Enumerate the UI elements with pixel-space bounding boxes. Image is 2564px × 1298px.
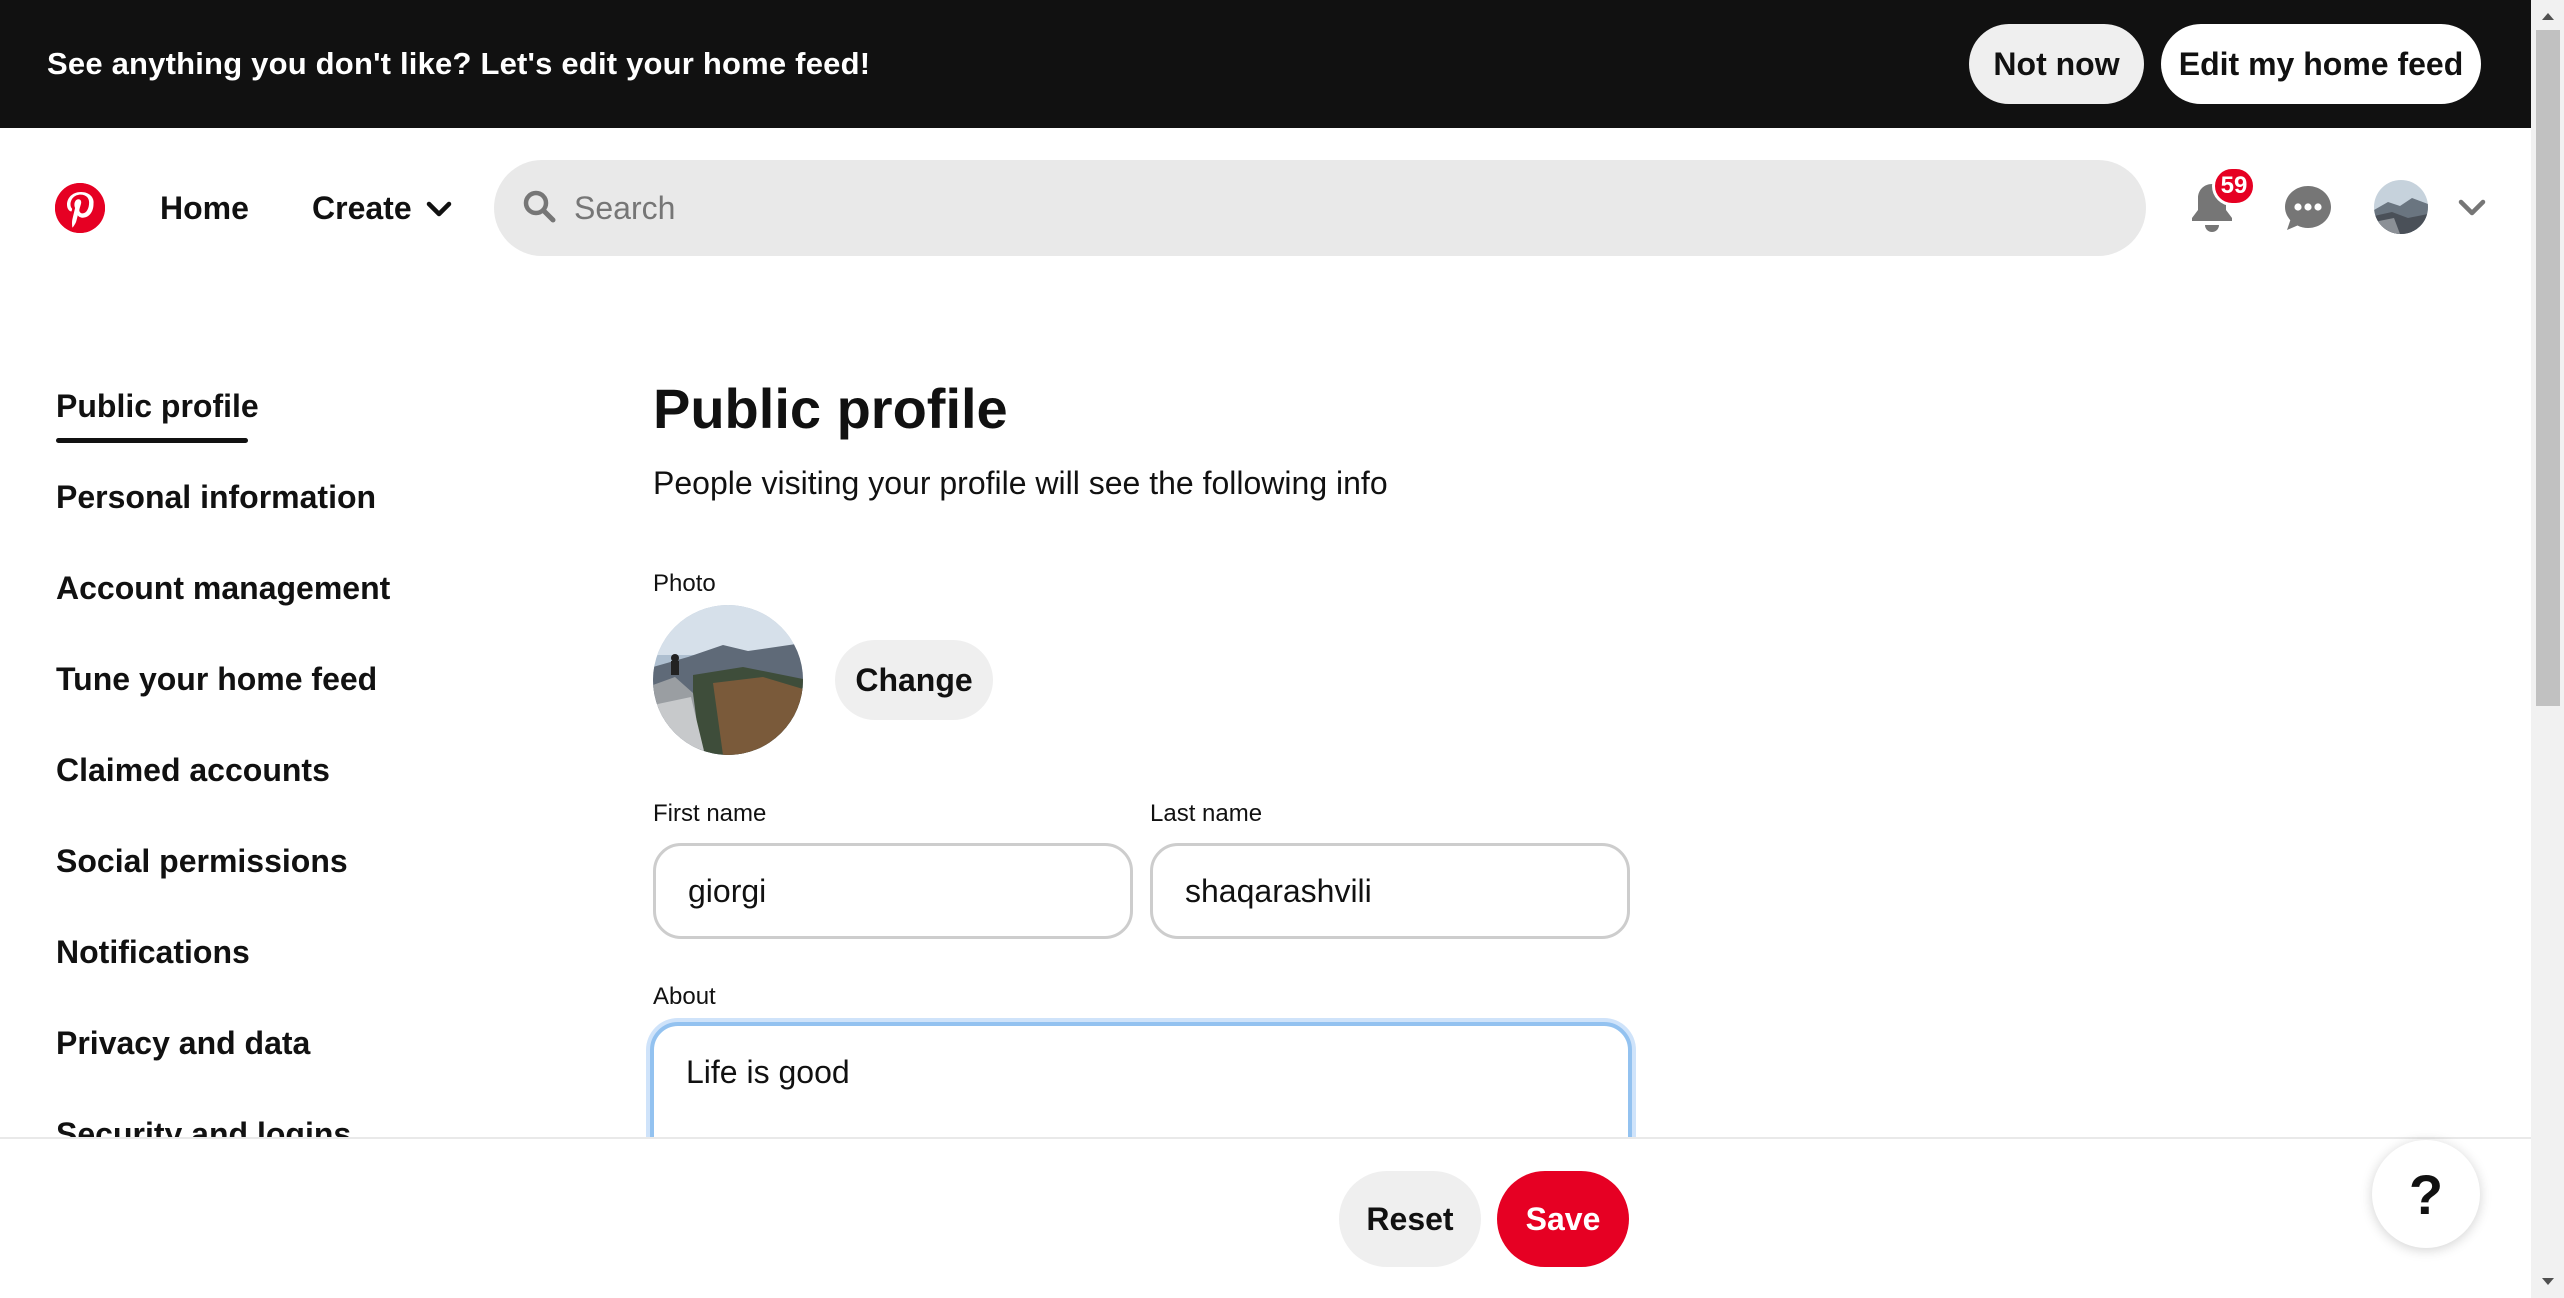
page-title: Public profile (653, 377, 1008, 440)
edit-home-feed-button[interactable]: Edit my home feed (2161, 24, 2481, 104)
help-button[interactable]: ? (2372, 1140, 2480, 1248)
account-chevron-down-icon[interactable] (2450, 190, 2494, 226)
scroll-up-arrow-icon[interactable] (2536, 4, 2560, 28)
sidebar-active-indicator (56, 438, 248, 443)
scrollbar-thumb[interactable] (2536, 30, 2560, 706)
first-name-field[interactable] (653, 843, 1133, 939)
search-bar[interactable] (494, 160, 2146, 256)
not-now-button[interactable]: Not now (1969, 24, 2144, 104)
page-subtitle: People visiting your profile will see th… (653, 465, 1388, 501)
reset-button[interactable]: Reset (1339, 1171, 1481, 1267)
create-label: Create (312, 190, 412, 226)
bottom-action-bar (0, 1137, 2531, 1298)
banner-message: See anything you don't like? Let's edit … (47, 46, 871, 81)
last-name-field[interactable] (1150, 843, 1630, 939)
sidebar-item-personal-information[interactable]: Personal information (56, 479, 376, 516)
sidebar-item-claimed-accounts[interactable]: Claimed accounts (56, 752, 330, 789)
save-button[interactable]: Save (1497, 1171, 1629, 1267)
scroll-down-arrow-icon[interactable] (2536, 1270, 2560, 1294)
about-label: About (653, 983, 716, 1010)
profile-photo (653, 605, 803, 755)
messages-icon[interactable] (2278, 178, 2338, 238)
notification-count-badge: 59 (2212, 166, 2256, 206)
sidebar-item-privacy-and-data[interactable]: Privacy and data (56, 1025, 310, 1062)
sidebar-item-notifications[interactable]: Notifications (56, 934, 250, 971)
search-icon (522, 189, 556, 228)
sidebar-item-social-permissions[interactable]: Social permissions (56, 843, 348, 880)
sidebar-item-tune-home-feed[interactable]: Tune your home feed (56, 661, 377, 698)
chevron-down-icon (426, 190, 452, 227)
account-avatar[interactable] (2374, 180, 2428, 234)
sidebar-item-public-profile[interactable]: Public profile (56, 388, 259, 425)
nav-home-link[interactable]: Home (160, 190, 249, 227)
sidebar-item-account-management[interactable]: Account management (56, 570, 390, 607)
first-name-label: First name (653, 800, 767, 827)
last-name-label: Last name (1150, 800, 1263, 827)
pinterest-logo-icon[interactable] (55, 183, 105, 233)
photo-label: Photo (653, 570, 716, 597)
search-input[interactable] (574, 189, 2074, 227)
nav-create-menu[interactable]: Create (312, 190, 452, 227)
home-feed-banner: See anything you don't like? Let's edit … (0, 0, 2531, 128)
change-photo-button[interactable]: Change (835, 640, 993, 720)
